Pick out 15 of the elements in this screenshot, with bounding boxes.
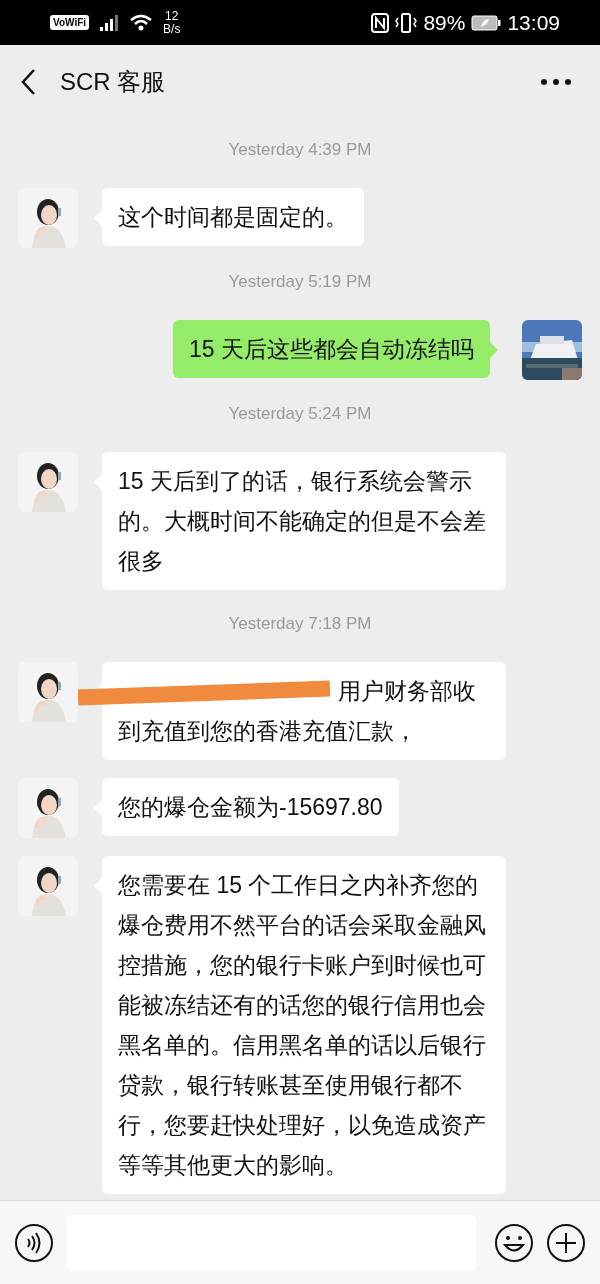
vowifi-badge: VoWiFi [50, 15, 90, 30]
timestamp: Yesterday 4:39 PM [228, 139, 372, 161]
chat-title: SCR 客服 [60, 66, 167, 97]
timestamp: Yesterday 7:18 PM [228, 613, 372, 635]
battery-percent: 89% [423, 10, 466, 35]
message-bubble: 15 天后到了的话，银行系统会警示的。大概时间不能确定的但是不会差很多 [102, 452, 506, 590]
message-bubble: 15 天后这些都会自动冻结吗 [173, 320, 490, 378]
timestamp: Yesterday 5:19 PM [228, 271, 372, 293]
message-bubble: 您需要在 15 个工作日之内补齐您的爆仓费用不然平台的话会采取金融风控措施，您的银行卡账户到时候也可能被冻结还有的话您的银行信用也会黑名单的。信用黑名单的话以后银行贷款，银行转账甚至使用银行都不行，您要赶快处理好，以免造成资产等等其他更大的影响。 [102, 856, 506, 1194]
timestamp: Yesterday 5:24 PM [228, 403, 372, 425]
clock-time: 13:09 [507, 10, 560, 35]
message-bubble: 这个时间都是固定的。 [102, 188, 364, 246]
message-bubble: 您的爆仓金额为-15697.80 [102, 778, 399, 836]
speed-value: 12 [165, 9, 179, 23]
speed-unit: B/s [163, 22, 181, 36]
